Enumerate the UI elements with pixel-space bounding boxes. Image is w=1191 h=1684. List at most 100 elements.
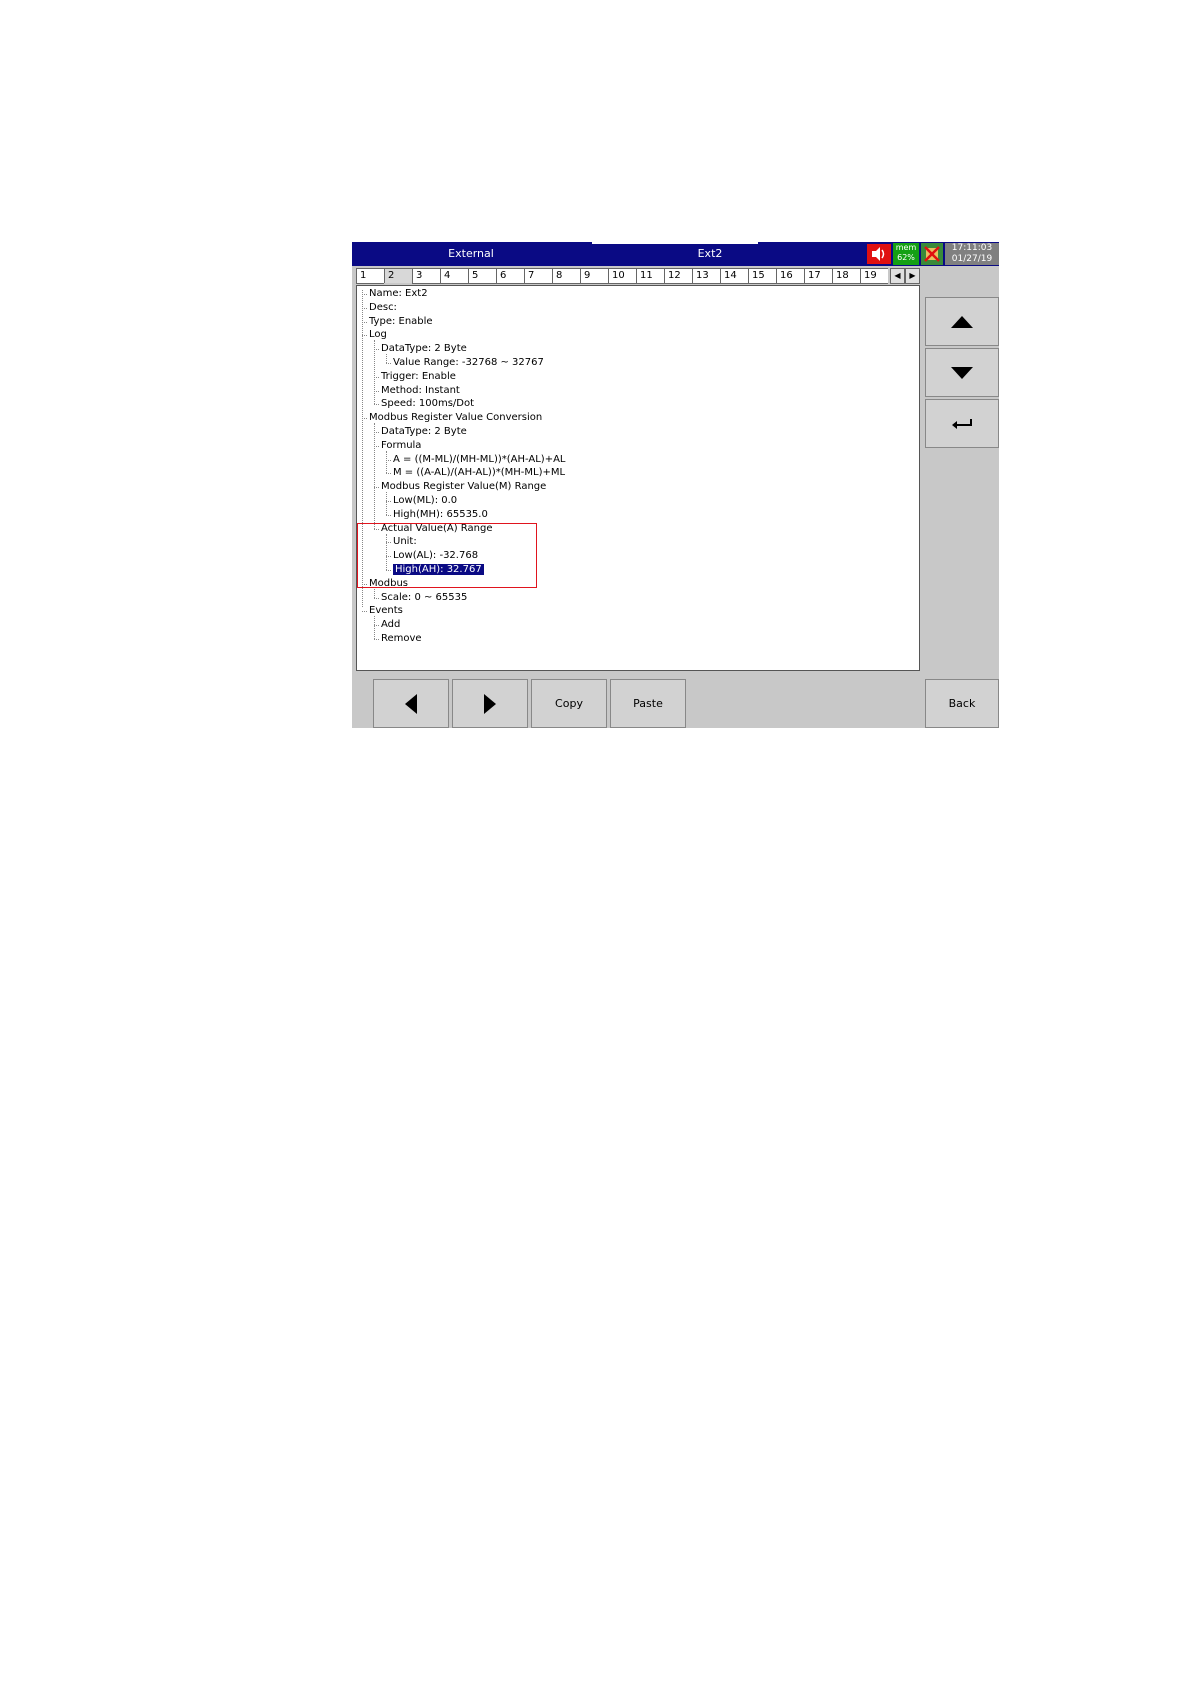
tree-node[interactable]: Log xyxy=(369,328,387,342)
tree-connector xyxy=(374,588,375,598)
paste-button[interactable]: Paste xyxy=(610,679,686,728)
next-button[interactable] xyxy=(452,679,528,728)
tab-15[interactable]: 15 xyxy=(748,268,776,284)
tree-node-label: Name: Ext2 xyxy=(369,288,428,299)
tree-node-label: Formula xyxy=(381,439,422,451)
tree-node-label: Method: Instant xyxy=(381,384,460,396)
tree-node[interactable]: Scale: 0 ~ 65535 xyxy=(381,591,467,605)
tree-node-label: M = ((A-AL)/(AH-AL))*(MH-ML)+ML xyxy=(393,467,566,479)
tree-connector xyxy=(362,611,367,613)
tree-node[interactable]: M = ((A-AL)/(AH-AL))*(MH-ML)+ML xyxy=(393,466,565,480)
tree-node-label: Trigger: Enable xyxy=(381,370,456,382)
tree-node[interactable]: Method: Instant xyxy=(381,384,460,398)
tree-node[interactable]: Trigger: Enable xyxy=(381,370,456,384)
tree-node[interactable]: Formula xyxy=(381,439,421,453)
tab-17[interactable]: 17 xyxy=(804,268,832,284)
memory-label: mem xyxy=(895,243,917,252)
tree-node-label: Type: Enable xyxy=(369,315,433,327)
tree-node-label: A = ((M-ML)/(MH-ML))*(AH-AL)+AL xyxy=(393,453,566,465)
tree-connector xyxy=(386,450,387,474)
tree-node[interactable]: High(MH): 65535.0 xyxy=(393,508,488,522)
tree-connector xyxy=(386,354,387,363)
tree-node-label: High(MH): 65535.0 xyxy=(393,508,488,520)
tab-1[interactable]: 1 xyxy=(356,268,384,284)
channel-tabs: 1 2 3 4 5 6 7 8 9 10 11 12 13 14 15 16 17 18 19 xyxy=(356,268,918,284)
tree-connector xyxy=(386,492,387,515)
tab-19[interactable]: 19 xyxy=(860,268,888,284)
tree-node[interactable]: DataType: 2 Byte xyxy=(381,342,467,356)
window-title-right: Ext2 xyxy=(697,247,723,260)
tree-connector xyxy=(374,423,375,529)
tree-connector xyxy=(374,404,379,406)
tree-node-label: DataType: 2 Byte xyxy=(381,343,467,355)
triangle-right-icon xyxy=(484,693,496,714)
tab-16[interactable]: 16 xyxy=(776,268,804,284)
tree-node-label: Remove xyxy=(381,633,422,644)
tree-node-label: Speed: 100ms/Dot xyxy=(381,398,475,410)
tab-scroll-left-icon[interactable]: ◀ xyxy=(890,268,905,284)
tree-node[interactable]: Remove xyxy=(381,632,422,646)
tab-5[interactable]: 5 xyxy=(468,268,496,284)
tab-3[interactable]: 3 xyxy=(412,268,440,284)
triangle-left-icon xyxy=(405,693,417,714)
tree-node-label: DataType: 2 Byte xyxy=(381,426,467,437)
enter-button[interactable] xyxy=(925,399,999,448)
tree-connector xyxy=(374,597,379,599)
title-bar: External Ext2 mem 62% 17:11:03 01/27/19 xyxy=(352,242,999,266)
settings-tree-panel: Name: Ext2 Desc: Type: Enable Log DataType: … xyxy=(356,285,920,671)
tree-connector xyxy=(386,514,391,516)
tab-11[interactable]: 11 xyxy=(636,268,664,284)
tree-node-label: Low(ML): 0.0 xyxy=(393,495,458,506)
tree-node-label: Add xyxy=(381,619,401,631)
tab-12[interactable]: 12 xyxy=(664,268,692,284)
tree-node-label: Modbus Register Value Conversion xyxy=(369,412,543,424)
tab-9[interactable]: 9 xyxy=(580,268,608,284)
tab-4[interactable]: 4 xyxy=(440,268,468,284)
tab-7[interactable]: 7 xyxy=(524,268,552,284)
alarm-icon[interactable] xyxy=(921,243,943,265)
memory-value: 62% xyxy=(897,253,915,262)
tab-scroll-right-icon[interactable]: ▶ xyxy=(905,268,920,284)
clock: 17:11:03 01/27/19 xyxy=(945,243,999,265)
scroll-up-button[interactable] xyxy=(925,297,999,346)
triangle-down-icon xyxy=(951,366,973,379)
tree-node-label: Modbus Register Value(M) Range xyxy=(381,481,547,493)
tab-18[interactable]: 18 xyxy=(832,268,860,284)
tab-6[interactable]: 6 xyxy=(496,268,524,284)
tree-node[interactable]: Modbus Register Value(M) Range xyxy=(381,480,546,494)
prev-button[interactable] xyxy=(373,679,449,728)
tree-node[interactable]: Value Range: -32768 ~ 32767 xyxy=(393,356,544,370)
tab-13[interactable]: 13 xyxy=(692,268,720,284)
tree-node[interactable]: Add xyxy=(381,618,400,632)
tree-node[interactable]: Type: Enable xyxy=(369,315,433,329)
recorder-screen: External Ext2 mem 62% 17:11:03 01/27/19 … xyxy=(352,242,999,728)
scroll-down-button[interactable] xyxy=(925,348,999,397)
clock-date: 01/27/19 xyxy=(951,254,993,264)
tab-2[interactable]: 2 xyxy=(384,268,412,283)
tree-node-label: Scale: 0 ~ 65535 xyxy=(381,591,468,603)
tree-node[interactable]: Name: Ext2 xyxy=(369,287,428,301)
highlight-box xyxy=(357,523,537,588)
back-button[interactable]: Back xyxy=(925,679,999,728)
tree-node-label: Desc: xyxy=(369,301,397,313)
window-title-left: External xyxy=(448,247,494,260)
triangle-up-icon xyxy=(951,315,973,328)
clock-time: 17:11:03 xyxy=(951,243,993,253)
tree-node[interactable]: Modbus Register Value Conversion xyxy=(369,411,542,425)
tab-10[interactable]: 10 xyxy=(608,268,636,284)
tree-node[interactable]: A = ((M-ML)/(MH-ML))*(AH-AL)+AL xyxy=(393,453,566,467)
copy-button[interactable]: Copy xyxy=(531,679,607,728)
tree-node[interactable]: Low(ML): 0.0 xyxy=(393,494,457,508)
tab-8[interactable]: 8 xyxy=(552,268,580,284)
tab-14[interactable]: 14 xyxy=(720,268,748,284)
tree-connector xyxy=(374,340,375,405)
tree-connector xyxy=(374,639,379,640)
tree-connector xyxy=(374,616,375,639)
tree-node[interactable]: Speed: 100ms/Dot xyxy=(381,397,474,411)
enter-arrow-icon xyxy=(952,418,972,429)
tree-node-label: Value Range: -32768 ~ 32767 xyxy=(393,357,544,368)
speaker-icon[interactable] xyxy=(867,244,891,264)
tree-node[interactable]: Desc: xyxy=(369,301,397,315)
tree-node[interactable]: DataType: 2 Byte xyxy=(381,425,467,439)
tree-node-label: Events xyxy=(369,605,403,617)
